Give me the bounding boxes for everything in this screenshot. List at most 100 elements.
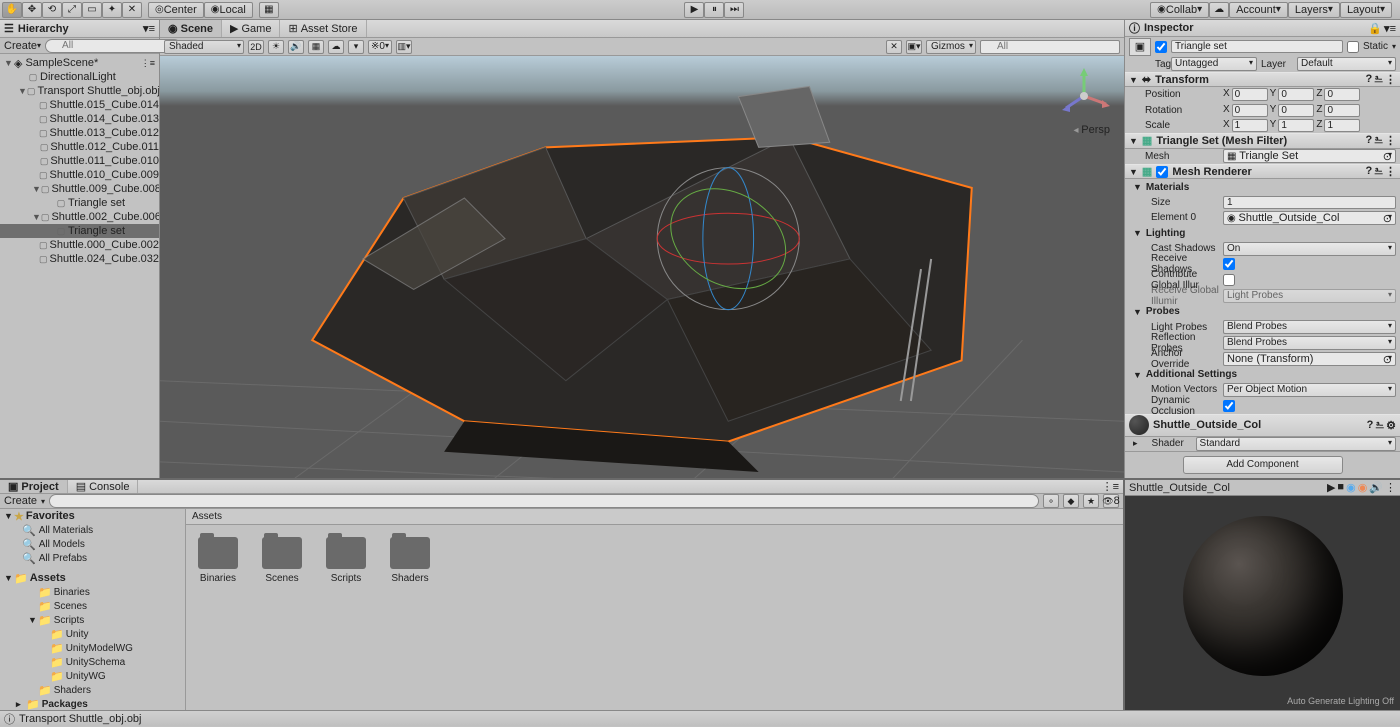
tab-assetstore[interactable]: ⊞Asset Store	[280, 20, 366, 37]
rot-x[interactable]	[1232, 104, 1268, 117]
project-tree-item[interactable]: 📁Shaders	[0, 683, 185, 697]
hierarchy-item[interactable]: ▢Triangle set	[0, 196, 159, 210]
collab-menu[interactable]: ◉ Collab ▾	[1150, 2, 1209, 18]
hierarchy-item[interactable]: ▢Shuttle.013_Cube.012	[0, 126, 159, 140]
preview-footer[interactable]: Auto Generate Lighting Off	[1125, 696, 1400, 710]
hierarchy-item[interactable]: ▼▢Shuttle.009_Cube.008	[0, 182, 159, 196]
hierarchy-item[interactable]: ▼▢Transport Shuttle_obj.obj	[0, 84, 159, 98]
project-tree-item[interactable]: 📁UnityWG	[0, 669, 185, 683]
recvshadows-checkbox[interactable]	[1223, 258, 1235, 270]
scene-view[interactable]: ◂ Persp	[160, 56, 1124, 478]
expand-arrow-icon[interactable]: ▼	[32, 184, 41, 194]
filter-label[interactable]: ★	[1083, 494, 1099, 508]
project-create[interactable]: Create	[4, 495, 37, 507]
pos-z[interactable]	[1324, 88, 1360, 101]
inspector-tab[interactable]: ⓘInspector🔒▾≡	[1125, 20, 1400, 37]
project-tree-item[interactable]: ▸📁Packages	[0, 697, 185, 711]
vol-icon[interactable]: 🔊	[1369, 481, 1383, 494]
scene-root[interactable]: ▼ ◈ SampleScene* ⋮≡	[0, 56, 159, 70]
reflection-dropdown[interactable]: Blend Probes	[1223, 336, 1396, 350]
hierarchy-search[interactable]	[45, 39, 181, 53]
rot-z[interactable]	[1324, 104, 1360, 117]
transform-tool[interactable]: ✦	[102, 2, 122, 18]
object-name-field[interactable]	[1171, 40, 1343, 53]
favorite-item[interactable]: 🔍All Models	[0, 537, 185, 551]
hierarchy-item[interactable]: ▼▢Shuttle.002_Cube.006	[0, 210, 159, 224]
hierarchy-item[interactable]: ▢Shuttle.015_Cube.014	[0, 98, 159, 112]
help-icon[interactable]: ?	[1365, 73, 1372, 86]
gizmos-menu[interactable]: Gizmos	[926, 40, 976, 54]
hierarchy-item[interactable]: ▢DirectionalLight	[0, 70, 159, 84]
menu-icon[interactable]: ⋮	[1385, 481, 1396, 494]
filter-star[interactable]: ⚬	[1043, 494, 1059, 508]
favorites-header[interactable]: ▼★Favorites	[0, 509, 185, 523]
asset-folder[interactable]: Scripts	[326, 537, 366, 584]
layers-menu[interactable]: Layers ▾	[1288, 2, 1340, 18]
element0-field[interactable]: ◉ Shuttle_Outside_Col⊙	[1223, 211, 1396, 225]
skybox-toggle[interactable]: ☁	[328, 40, 344, 54]
play-icon[interactable]: ▶	[1327, 481, 1335, 494]
preset-icon[interactable]: ⎁	[1374, 73, 1383, 86]
rotate-tool[interactable]: ⟲	[42, 2, 62, 18]
rot-y[interactable]	[1278, 104, 1314, 117]
camera-icon[interactable]: ▣▾	[906, 40, 922, 54]
active-checkbox[interactable]	[1155, 41, 1167, 53]
anchor-field[interactable]: None (Transform)⊙	[1223, 352, 1396, 366]
hierarchy-item[interactable]: ▢Shuttle.000_Cube.002	[0, 238, 159, 252]
menu-icon[interactable]: ⋮	[1385, 165, 1396, 178]
scene-search[interactable]	[980, 40, 1120, 54]
castshadows-dropdown[interactable]: On	[1223, 242, 1396, 256]
asset-folder[interactable]: Scenes	[262, 537, 302, 584]
layout-menu[interactable]: Layout ▾	[1340, 2, 1392, 18]
tab-scene[interactable]: ◉Scene	[160, 20, 222, 37]
project-tree-item[interactable]: 📁UnityModelWG	[0, 641, 185, 655]
filter-type[interactable]: ◆	[1063, 494, 1079, 508]
static-checkbox[interactable]	[1347, 41, 1359, 53]
move-tool[interactable]: ✥	[22, 2, 42, 18]
gizmo-toggle[interactable]: ▥▾	[396, 40, 412, 54]
play-button[interactable]: ▶	[684, 2, 704, 18]
light-toggle[interactable]: ☀	[268, 40, 284, 54]
preview-body[interactable]	[1125, 496, 1400, 696]
motion-dropdown[interactable]: Per Object Motion	[1223, 383, 1396, 397]
tab-game[interactable]: ▶Game	[222, 20, 280, 37]
preset-icon[interactable]: ⎁	[1375, 419, 1384, 432]
lock-icon[interactable]: 🔒	[1368, 22, 1382, 35]
custom-tool[interactable]: ✕	[122, 2, 142, 18]
handle-mode[interactable]: ◉Local	[204, 2, 253, 18]
effects-menu[interactable]: ※0	[368, 40, 392, 54]
scale-y[interactable]	[1278, 119, 1314, 132]
mesh-field[interactable]: ▦ Triangle Set⊙	[1223, 149, 1396, 163]
project-tree-item[interactable]: 📁UnitySchema	[0, 655, 185, 669]
dynocc-checkbox[interactable]	[1223, 400, 1235, 412]
hierarchy-tab[interactable]: ☰Hierarchy▾≡	[0, 20, 159, 38]
scale-x[interactable]	[1232, 119, 1268, 132]
asset-folder[interactable]: Shaders	[390, 537, 430, 584]
hierarchy-item[interactable]: ▢Shuttle.012_Cube.011	[0, 140, 159, 154]
project-tree-item[interactable]: 📁Unity	[0, 627, 185, 641]
mode-2d[interactable]: 2D	[248, 40, 264, 54]
project-tree-item[interactable]: 📁Scenes	[0, 599, 185, 613]
asset-folder[interactable]: Binaries	[198, 537, 238, 584]
scale-z[interactable]	[1324, 119, 1360, 132]
camera-toggle[interactable]: ▾	[348, 40, 364, 54]
snap-tool[interactable]: ▦	[259, 2, 279, 18]
panel-menu-icon[interactable]: ⋮≡	[1102, 480, 1119, 493]
project-search[interactable]	[49, 494, 1039, 508]
scene-menu-icon[interactable]: ⋮≡	[141, 58, 155, 69]
cloud-button[interactable]: ☁	[1209, 2, 1229, 18]
project-tree-item[interactable]: 📁Binaries	[0, 585, 185, 599]
preset-icon[interactable]: ⎁	[1374, 165, 1383, 178]
panel-menu-icon[interactable]: ▾≡	[143, 22, 155, 35]
transform-header[interactable]: ▼⬌ Transform ?⎁⋮	[1125, 72, 1400, 87]
create-button[interactable]: Create	[4, 40, 37, 52]
material-header[interactable]: Shuttle_Outside_Col ?⎁⚙	[1125, 414, 1400, 437]
assets-header[interactable]: ▼📁Assets	[0, 571, 185, 585]
hierarchy-item[interactable]: ▢Shuttle.011_Cube.010	[0, 154, 159, 168]
favorite-item[interactable]: 🔍All Prefabs	[0, 551, 185, 565]
favorite-item[interactable]: 🔍All Materials	[0, 523, 185, 537]
expand-arrow-icon[interactable]: ▼	[32, 212, 41, 222]
navpoint-icon[interactable]: ◉	[1346, 481, 1356, 494]
shading-mode[interactable]: Shaded	[164, 40, 244, 54]
hierarchy-item[interactable]: ▢Shuttle.010_Cube.009	[0, 168, 159, 182]
